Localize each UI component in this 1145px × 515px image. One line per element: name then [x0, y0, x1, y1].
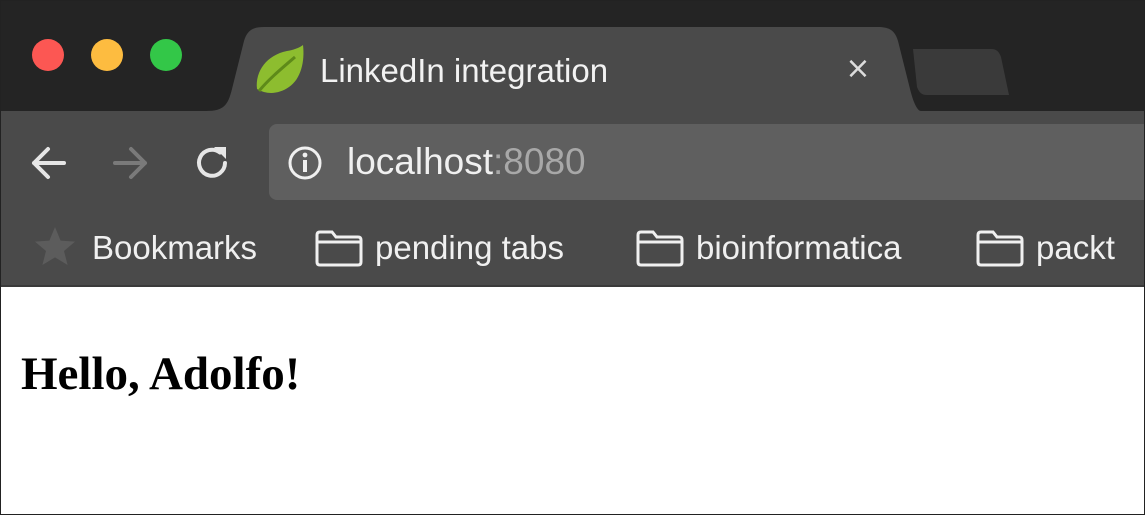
spring-leaf-icon	[256, 45, 304, 93]
info-icon[interactable]	[287, 145, 323, 181]
forward-arrow-icon[interactable]	[111, 143, 151, 183]
window-close-button[interactable]	[32, 39, 64, 71]
folder-icon	[636, 230, 684, 267]
address-port: :8080	[493, 141, 586, 182]
folder-icon	[315, 230, 363, 267]
bookmark-folder-label: packt	[1036, 229, 1115, 266]
page-heading: Hello, Adolfo!	[21, 348, 301, 400]
window-zoom-button[interactable]	[150, 39, 182, 71]
address-url: localhost:8080	[347, 141, 586, 183]
bookmark-folder-pending-tabs[interactable]: pending tabs	[315, 211, 564, 285]
bookmark-folder-bioinformatica[interactable]: bioinformatica	[636, 211, 901, 285]
bookmarks-bar: Bookmarks pending tabs bioinformatica pa…	[1, 211, 1144, 287]
tab-title: LinkedIn integration	[320, 52, 609, 89]
toolbar: localhost:8080	[1, 111, 1144, 211]
back-arrow-icon[interactable]	[28, 143, 68, 183]
bookmark-folder-packt[interactable]: packt	[976, 211, 1115, 285]
bookmark-folder-label: bioinformatica	[696, 229, 902, 266]
page-content: Hello, Adolfo!	[1, 287, 1144, 514]
window-minimize-button[interactable]	[91, 39, 123, 71]
reload-icon[interactable]	[192, 143, 232, 183]
folder-icon	[976, 230, 1024, 267]
tab-close-icon[interactable]: ×	[840, 51, 876, 87]
tab-active[interactable]: LinkedIn integration ×	[206, 27, 921, 111]
new-tab-button[interactable]	[909, 49, 1009, 95]
address-host: localhost	[347, 141, 494, 182]
bookmarks-label[interactable]: Bookmarks	[92, 211, 257, 285]
star-icon[interactable]	[34, 225, 76, 267]
address-bar[interactable]: localhost:8080	[269, 124, 1144, 200]
bookmark-folder-label: pending tabs	[375, 229, 564, 266]
browser-window: LinkedIn integration × localhost:8080 Bo…	[0, 0, 1145, 515]
tab-strip: LinkedIn integration ×	[1, 1, 1144, 111]
